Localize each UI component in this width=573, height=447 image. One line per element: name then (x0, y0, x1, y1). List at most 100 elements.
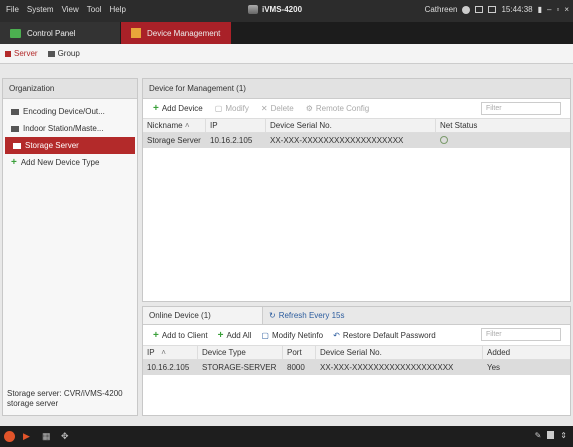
cell-nickname: Storage Server (147, 136, 201, 145)
title-bar-right: Cathreen 15:44:38 ▮ – ▫ × (425, 5, 569, 14)
maximize-icon[interactable]: ▫ (556, 5, 559, 14)
app-title-text: iVMS-4200 (262, 5, 303, 14)
menu-tool[interactable]: Tool (87, 5, 102, 14)
online-table-header: IP ˄ Device Type Port Device Serial No. … (143, 345, 570, 360)
grid-icon[interactable]: ▦ (42, 431, 53, 442)
col-ip[interactable]: IP (206, 119, 266, 132)
add-device-button[interactable]: + Add Device (153, 103, 203, 114)
refresh-button[interactable]: ↻ Refresh Every 15s (263, 307, 351, 324)
encoding-device-icon (11, 108, 19, 115)
org-item-indoor-station[interactable]: Indoor Station/Maste... (3, 120, 137, 137)
main-tab-bar: Control Panel Device Management (0, 22, 573, 44)
lock-icon[interactable] (475, 6, 484, 13)
col-port[interactable]: Port (283, 346, 316, 359)
add-all-button[interactable]: + Add All (218, 330, 252, 341)
refresh-label: Refresh Every 15s (278, 311, 345, 320)
table-row[interactable]: 10.16.2.105 STORAGE-SERVER 8000 XX-XXX-X… (143, 360, 570, 375)
col-device-type[interactable]: Device Type (198, 346, 283, 359)
menu-system[interactable]: System (27, 5, 54, 14)
device-management-header: Device for Management (1) (143, 79, 570, 99)
col-ip[interactable]: IP ˄ (143, 346, 198, 359)
subtab-server-label: Server (14, 49, 38, 58)
org-item-add-new-device-type[interactable]: + Add New Device Type (3, 154, 137, 171)
add-all-label: Add All (226, 330, 252, 340)
cell-device-type: STORAGE-SERVER (202, 363, 277, 372)
restore-password-label: Restore Default Password (342, 330, 436, 340)
modify-button[interactable]: ▢ Modify (215, 104, 249, 113)
taskbar: ▶ ▦ ✥ ✎ ⇕ (0, 426, 573, 447)
add-icon: + (11, 157, 17, 168)
modify-icon: ▢ (261, 330, 269, 340)
cell-net-status (436, 135, 570, 146)
sort-icon: ˄ (184, 121, 190, 130)
online-filter-input[interactable]: Filter (481, 328, 561, 341)
cell-serial: XX-XXX-XXXXXXXXXXXXXXXXXXX (270, 136, 404, 145)
device-management-icon (131, 28, 141, 38)
clock: 15:44:38 (501, 5, 533, 14)
window-icon[interactable] (547, 431, 555, 439)
add-icon: + (153, 103, 159, 114)
control-panel-icon (10, 28, 21, 38)
tab-control-panel-label: Control Panel (27, 28, 76, 38)
table-row[interactable]: Storage Server 10.16.2.105 XX-XXX-XXXXXX… (143, 133, 570, 148)
device-filter-input[interactable]: Filter (481, 102, 561, 115)
col-serial[interactable]: Device Serial No. (316, 346, 483, 359)
sub-tab-bar: Server Group (0, 44, 573, 64)
expand-icon[interactable]: ⇕ (560, 431, 567, 440)
subtab-server[interactable]: Server (5, 49, 38, 58)
restore-icon: ↶ (333, 330, 340, 340)
col-added[interactable]: Added (483, 346, 570, 359)
col-ip-label: IP (147, 348, 155, 357)
cell-added: Yes (487, 363, 501, 372)
close-icon[interactable]: × (564, 5, 569, 14)
col-net-status[interactable]: Net Status (436, 119, 570, 132)
modify-icon: ▢ (214, 104, 223, 113)
add-device-label: Add Device (161, 104, 203, 113)
layout-icon[interactable] (488, 6, 497, 13)
gear-icon: ⚙ (305, 104, 313, 113)
online-device-panel: Online Device (1) ↻ Refresh Every 15s + … (142, 306, 571, 416)
subtab-group[interactable]: Group (47, 49, 80, 58)
add-to-client-button[interactable]: + Add to Client (153, 330, 208, 341)
user-name: Cathreen (424, 5, 458, 14)
app-title: iVMS-4200 (248, 5, 302, 14)
modify-netinfo-button[interactable]: ▢ Modify Netinfo (261, 331, 323, 340)
online-device-tab[interactable]: Online Device (1) (143, 307, 263, 324)
modify-label: Modify (225, 104, 249, 113)
sort-icon: ˄ (161, 348, 166, 357)
delete-label: Delete (270, 104, 294, 113)
remote-config-label: Remote Config (315, 104, 370, 113)
cell-ip: 10.16.2.105 (210, 136, 253, 145)
pin-icon[interactable]: ✎ (535, 431, 542, 440)
menu-view[interactable]: View (62, 5, 79, 14)
tab-device-management[interactable]: Device Management (121, 22, 231, 44)
add-icon: + (153, 329, 159, 341)
col-serial[interactable]: Device Serial No. (266, 119, 436, 132)
org-item-encoding-device[interactable]: Encoding Device/Out... (3, 103, 137, 120)
org-item-label: Storage Server (25, 141, 79, 150)
alarm-icon[interactable] (4, 431, 15, 442)
restore-password-button[interactable]: ↶ Restore Default Password (333, 331, 436, 340)
indoor-station-icon (11, 125, 19, 132)
tab-control-panel[interactable]: Control Panel (0, 22, 120, 44)
delete-button[interactable]: ✕ Delete (261, 104, 294, 113)
play-icon[interactable]: ▶ (23, 431, 34, 442)
group-icon (47, 50, 55, 57)
online-toolbar: + Add to Client + Add All ▢ Modify Netin… (143, 325, 570, 345)
minimize-icon[interactable]: – (547, 5, 551, 14)
remote-config-button[interactable]: ⚙ Remote Config (306, 104, 370, 113)
device-toolbar: + Add Device ▢ Modify ✕ Delete ⚙ Remote … (143, 99, 570, 118)
server-icon (5, 50, 11, 57)
app-logo-icon (248, 5, 258, 14)
menu-help[interactable]: Help (109, 5, 125, 14)
settings-icon[interactable] (462, 5, 471, 14)
org-item-storage-server[interactable]: Storage Server (5, 137, 135, 154)
menu-file[interactable]: File (6, 5, 19, 14)
col-nickname[interactable]: Nickname ˄ (143, 119, 206, 132)
cell-serial: XX-XXX-XXXXXXXXXXXXXXXXXXX (320, 363, 454, 372)
tab-device-management-label: Device Management (147, 28, 221, 38)
title-bar: File System View Tool Help iVMS-4200 Cat… (0, 0, 573, 22)
arrow-icon[interactable]: ✥ (61, 431, 72, 442)
alert-icon[interactable]: ▮ (538, 5, 542, 14)
online-device-header: Online Device (1) ↻ Refresh Every 15s (143, 307, 570, 325)
